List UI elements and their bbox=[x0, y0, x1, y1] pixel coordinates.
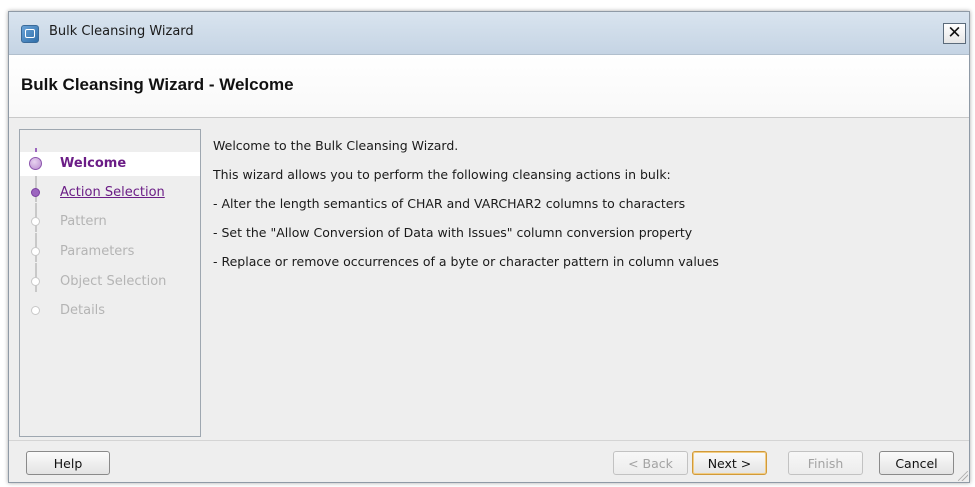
help-button-label: Help bbox=[53, 455, 83, 471]
content-line: This wizard allows you to perform the fo… bbox=[213, 167, 671, 182]
step-welcome[interactable]: Welcome bbox=[20, 152, 200, 176]
close-icon: ✕ bbox=[947, 23, 962, 43]
step-label: Welcome bbox=[60, 156, 127, 171]
step-label: Parameters bbox=[60, 244, 135, 259]
footer-divider bbox=[9, 440, 969, 441]
step-label: Action Selection bbox=[60, 185, 165, 200]
content-line: - Alter the length semantics of CHAR and… bbox=[213, 196, 686, 211]
back-button-label: < Back bbox=[628, 455, 673, 471]
step-parameters: Parameters bbox=[20, 240, 200, 264]
content-line: - Replace or remove occurrences of a byt… bbox=[213, 254, 719, 269]
finish-button[interactable]: Finish bbox=[788, 451, 863, 475]
step-label: Pattern bbox=[60, 214, 107, 229]
resize-grip-icon[interactable] bbox=[958, 471, 968, 481]
finish-button-label: Finish bbox=[807, 455, 844, 471]
title-bar[interactable]: Bulk Cleansing Wizard ✕ bbox=[9, 12, 969, 55]
wizard-header: Bulk Cleansing Wizard - Welcome bbox=[9, 55, 969, 118]
step-pending-icon bbox=[31, 277, 40, 286]
wizard-window: Bulk Cleansing Wizard ✕ Bulk Cleansing W… bbox=[8, 11, 970, 483]
cancel-button[interactable]: Cancel bbox=[879, 451, 954, 475]
step-pending-icon bbox=[31, 217, 40, 226]
window-title: Bulk Cleansing Wizard bbox=[49, 24, 194, 39]
welcome-content: Welcome to the Bulk Cleansing Wizard. Th… bbox=[213, 138, 959, 283]
content-line: Welcome to the Bulk Cleansing Wizard. bbox=[213, 138, 459, 153]
next-button[interactable]: Next > bbox=[692, 451, 767, 475]
step-visited-icon bbox=[31, 188, 40, 197]
step-label: Object Selection bbox=[60, 274, 167, 289]
step-pending-icon bbox=[31, 247, 40, 256]
next-button-label: Next > bbox=[707, 455, 752, 471]
step-object-selection: Object Selection bbox=[20, 270, 200, 294]
app-icon bbox=[21, 25, 39, 43]
step-label: Details bbox=[60, 303, 106, 318]
help-button[interactable]: Help bbox=[26, 451, 110, 475]
step-action-selection[interactable]: Action Selection bbox=[20, 181, 200, 205]
step-pending-icon bbox=[31, 306, 40, 315]
back-button[interactable]: < Back bbox=[613, 451, 688, 475]
step-details: Details bbox=[20, 299, 200, 323]
step-current-icon bbox=[29, 157, 42, 170]
step-pattern: Pattern bbox=[20, 210, 200, 234]
content-line: - Set the "Allow Conversion of Data with… bbox=[213, 225, 693, 240]
cancel-button-label: Cancel bbox=[895, 455, 938, 471]
steps-panel: Welcome Action Selection Pattern Paramet… bbox=[19, 129, 201, 437]
close-button[interactable]: ✕ bbox=[943, 23, 966, 44]
page-title: Bulk Cleansing Wizard - Welcome bbox=[21, 75, 294, 94]
